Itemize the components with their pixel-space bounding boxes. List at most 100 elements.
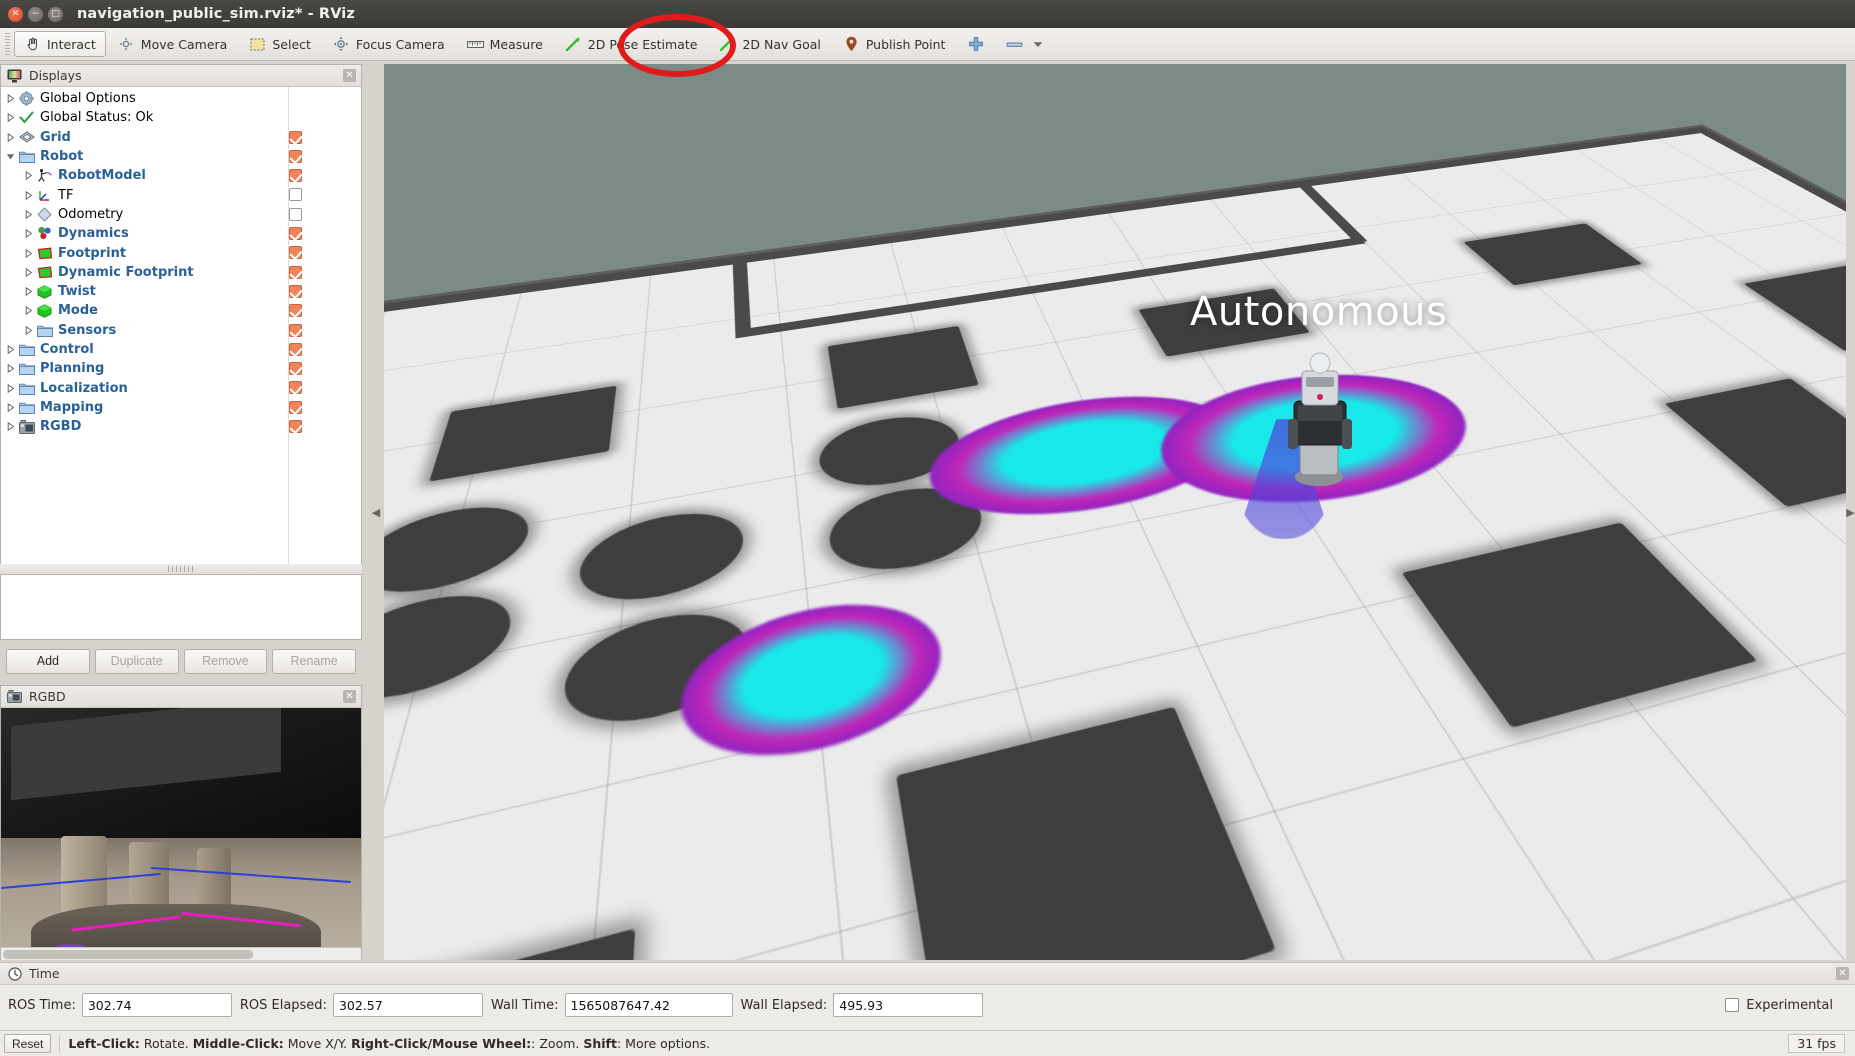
display-tree-item-tf[interactable]: TF <box>1 185 361 204</box>
display-enable-checkbox[interactable] <box>289 381 302 394</box>
chevron-right-icon[interactable] <box>5 402 16 413</box>
display-tree-item-label: Global Status: Ok <box>40 110 153 125</box>
experimental-checkbox[interactable] <box>1725 998 1739 1012</box>
display-enable-checkbox[interactable] <box>289 324 302 337</box>
tool-select[interactable]: Select <box>239 31 321 57</box>
display-tree-item-odometry[interactable]: Odometry <box>1 205 361 224</box>
time-field-input[interactable]: 302.74 <box>82 993 232 1017</box>
3d-render-view[interactable]: Autonomous <box>384 64 1846 960</box>
display-enable-checkbox[interactable] <box>289 150 302 163</box>
display-enable-checkbox[interactable] <box>289 266 302 279</box>
close-icon[interactable]: ✕ <box>343 690 356 703</box>
display-tree-item-mode[interactable]: Mode <box>1 301 361 320</box>
chevron-right-icon[interactable] <box>5 383 16 394</box>
add-button[interactable]: Add <box>6 649 90 674</box>
display-enable-checkbox[interactable] <box>289 362 302 375</box>
time-panel-title: Time <box>29 966 1830 981</box>
display-enable-checkbox[interactable] <box>289 420 302 433</box>
time-field-input[interactable]: 495.93 <box>833 993 983 1017</box>
display-enable-checkbox[interactable] <box>289 304 302 317</box>
display-tree-item-planning[interactable]: Planning <box>1 359 361 378</box>
close-icon[interactable]: ✕ <box>343 69 356 82</box>
chevron-right-icon[interactable] <box>5 421 16 432</box>
time-field-input[interactable]: 1565087647.42 <box>565 993 733 1017</box>
green-arrow-icon <box>565 36 582 53</box>
display-tree-item-dynamic-footprint[interactable]: Dynamic Footprint <box>1 263 361 282</box>
rgbd-panel-title: RGBD <box>29 689 337 704</box>
time-field-input[interactable]: 302.57 <box>333 993 483 1017</box>
display-tree-item-label: Footprint <box>58 246 126 261</box>
chevron-right-icon[interactable] <box>5 132 16 143</box>
chevron-right-icon[interactable] <box>23 305 34 316</box>
chevron-right-icon[interactable] <box>5 363 16 374</box>
display-tree-item-footprint[interactable]: Footprint <box>1 243 361 262</box>
tool-2d-pose-estimate[interactable]: 2D Pose Estimate <box>555 31 708 57</box>
display-enable-checkbox[interactable] <box>289 131 302 144</box>
chevron-right-icon[interactable] <box>23 286 34 297</box>
display-tree-item-twist[interactable]: Twist <box>1 282 361 301</box>
time-panel-header: Time ✕ <box>0 963 1855 985</box>
green-cube-icon <box>36 284 53 300</box>
add-tool-button[interactable] <box>957 31 994 57</box>
display-enable-checkbox[interactable] <box>289 343 302 356</box>
remove-tool-button[interactable] <box>996 31 1056 57</box>
tool-interact[interactable]: Interact <box>14 31 106 57</box>
chevron-right-icon[interactable] <box>5 344 16 355</box>
toolbar-grip[interactable] <box>4 33 11 55</box>
display-tree-item-global-options[interactable]: Global Options <box>1 89 361 108</box>
display-tree-item-robotmodel[interactable]: RobotModel <box>1 166 361 185</box>
display-enable-checkbox[interactable] <box>289 401 302 414</box>
display-tree-item-robot[interactable]: Robot <box>1 147 361 166</box>
display-tree-item-sensors[interactable]: Sensors <box>1 321 361 340</box>
display-tree-item-dynamics[interactable]: Dynamics <box>1 224 361 243</box>
display-tree-item-rgbd[interactable]: RGBD <box>1 417 361 436</box>
display-enable-checkbox[interactable] <box>289 188 302 201</box>
minimize-icon[interactable]: − <box>28 7 43 22</box>
tool-publish-point[interactable]: Publish Point <box>833 31 956 57</box>
chevron-down-icon[interactable] <box>1029 36 1046 53</box>
displays-panel-header: Displays ✕ <box>1 65 361 87</box>
panel-collapse-handle-left[interactable]: ◀ <box>370 500 382 524</box>
reset-button[interactable]: Reset <box>4 1034 51 1053</box>
panel-collapse-handle-right[interactable]: ▶ <box>1846 500 1855 524</box>
display-tree-item-grid[interactable]: Grid <box>1 128 361 147</box>
experimental-toggle[interactable]: Experimental <box>1725 998 1847 1013</box>
scrollbar-thumb[interactable] <box>3 950 253 959</box>
maximize-icon[interactable]: □ <box>48 7 63 22</box>
rgbd-horizontal-scrollbar[interactable] <box>1 947 361 960</box>
hint-text: : More options. <box>617 1036 710 1051</box>
close-icon[interactable]: ✕ <box>8 7 23 22</box>
display-enable-checkbox[interactable] <box>289 169 302 182</box>
tool-2d-nav-goal[interactable]: 2D Nav Goal <box>709 31 830 57</box>
panel-splitter[interactable] <box>0 564 362 574</box>
displays-tree-scroll[interactable]: Global Options Global Status: Ok Grid Robot… <box>1 87 361 565</box>
chevron-right-icon[interactable] <box>23 267 34 278</box>
minus-icon <box>1006 36 1023 53</box>
display-enable-checkbox[interactable] <box>289 208 302 221</box>
rgbd-camera-image <box>1 708 361 960</box>
tool-focus-camera[interactable]: Focus Camera <box>323 31 455 57</box>
chevron-down-icon[interactable] <box>5 151 16 162</box>
display-enable-checkbox[interactable] <box>289 227 302 240</box>
hint-key: Middle-Click: <box>193 1036 284 1051</box>
chevron-right-icon[interactable] <box>23 170 34 181</box>
display-tree-item-control[interactable]: Control <box>1 340 361 359</box>
chevron-right-icon[interactable] <box>23 190 34 201</box>
tool-move-camera[interactable]: Move Camera <box>108 31 238 57</box>
display-tree-item-global-status-ok[interactable]: Global Status: Ok <box>1 108 361 127</box>
display-tree-item-mapping[interactable]: Mapping <box>1 398 361 417</box>
rgbd-panel: RGBD ✕ <box>0 685 362 960</box>
tool-measure[interactable]: Measure <box>457 31 553 57</box>
chevron-right-icon[interactable] <box>23 209 34 220</box>
property-detail-area <box>0 574 362 640</box>
close-icon[interactable]: ✕ <box>1836 967 1849 980</box>
chevron-right-icon[interactable] <box>23 325 34 336</box>
display-tree-item-localization[interactable]: Localization <box>1 378 361 397</box>
chevron-right-icon[interactable] <box>23 228 34 239</box>
chevron-right-icon[interactable] <box>23 248 34 259</box>
plus-icon <box>967 36 984 53</box>
chevron-right-icon[interactable] <box>5 93 16 104</box>
chevron-right-icon[interactable] <box>5 112 16 123</box>
display-enable-checkbox[interactable] <box>289 246 302 259</box>
display-enable-checkbox[interactable] <box>289 285 302 298</box>
